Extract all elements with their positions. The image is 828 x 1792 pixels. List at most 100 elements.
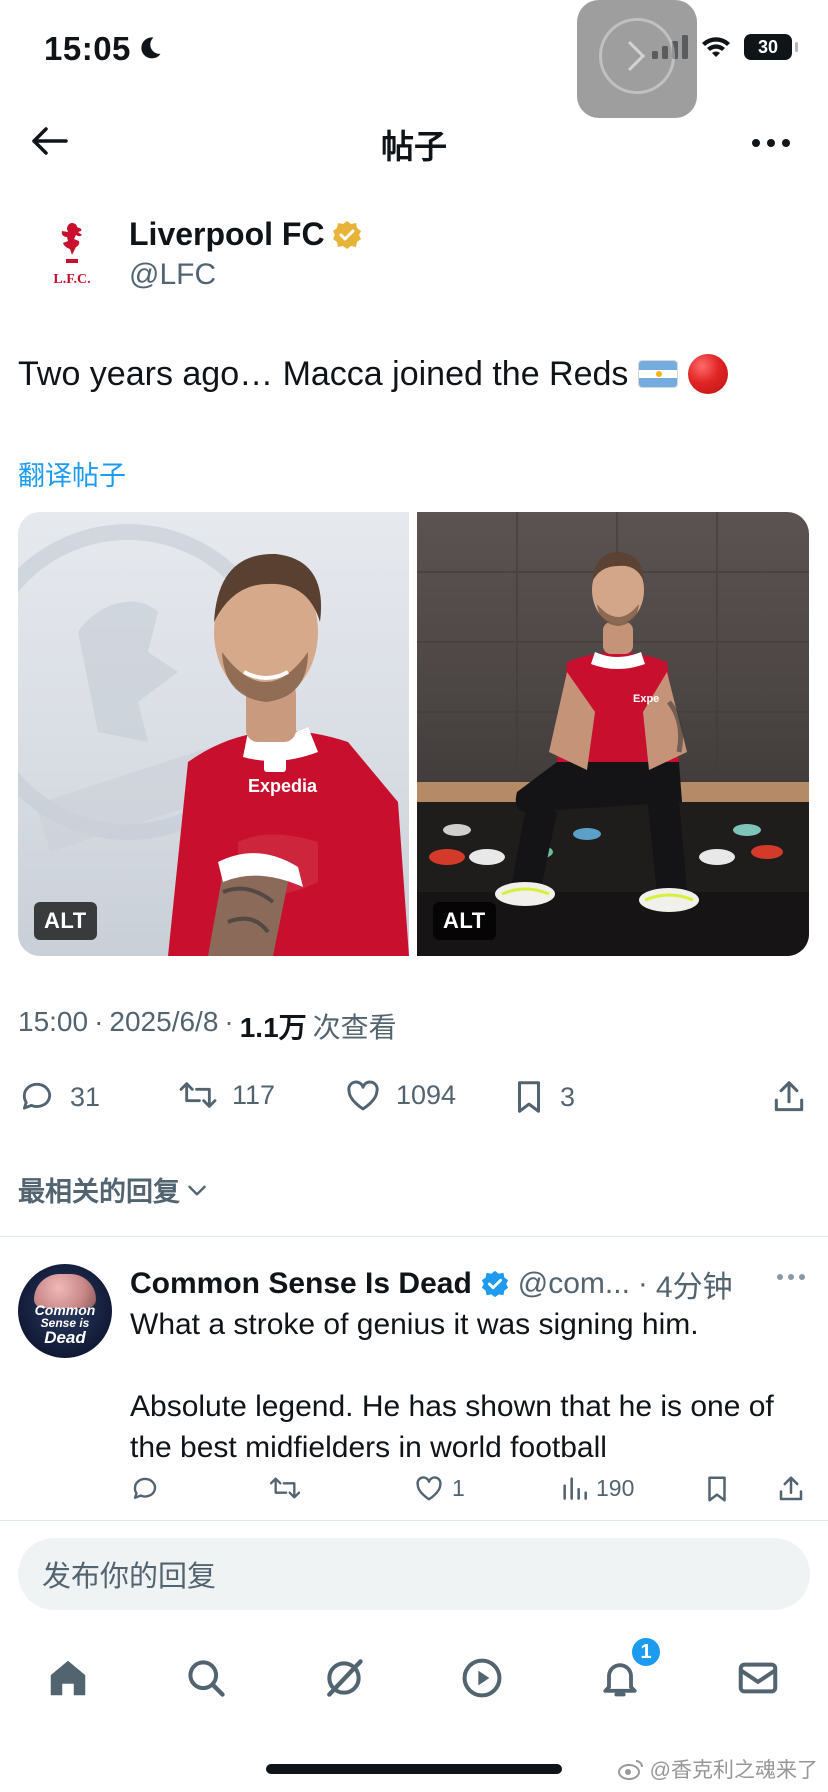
author-avatar[interactable]: L.F.C. [28,210,116,298]
lfc-crest-icon: L.F.C. [53,223,91,287]
reply-repost-button[interactable] [268,1474,302,1502]
wifi-icon [702,37,730,57]
reply-reply-button[interactable] [130,1474,160,1504]
reply-like-button[interactable]: 1 [414,1474,465,1502]
author-name[interactable]: Liverpool FC [129,216,325,253]
reply-share-button[interactable] [776,1474,806,1504]
bookmark-icon [517,1081,541,1113]
post-body: Two years ago… Macca joined the Reds [18,355,629,393]
verified-gold-icon [332,220,361,249]
reply-like-count: 1 [452,1474,465,1501]
post-date: 2025/6/8 [109,1006,219,1037]
reply-text-1: What a stroke of genius it was signing h… [130,1308,699,1341]
svg-text:L.F.C.: L.F.C. [53,272,90,287]
reply-avatar[interactable]: Common Sense is Dead [18,1264,112,1358]
verified-blue-icon [481,1270,508,1298]
reply-sep: · [637,1267,648,1300]
reply-view-count: 190 [596,1474,635,1501]
alt-badge-2[interactable]: ALT [433,902,496,940]
status-time: 15:05 [44,30,131,67]
moon-icon [141,37,161,59]
chevron-down-icon [188,1185,206,1196]
post-author: L.F.C. Liverpool FC @LFC [18,200,808,310]
post-meta: 15:00 · 2025/6/8 · 1.1万 次查看 [18,1006,397,1046]
search-icon [188,1660,225,1697]
divider [0,1236,828,1237]
tab-home[interactable] [38,1648,98,1708]
tab-notifications[interactable]: 1 [590,1636,662,1708]
repost-icon [269,1477,301,1499]
tab-messages[interactable] [728,1648,788,1708]
reply-text-2: Absolute legend. He has shown that he is… [130,1390,774,1464]
reply-actions: 1 190 [130,1474,810,1514]
media-photo-1[interactable]: Expedia ALT [18,512,409,956]
repost-button[interactable]: 117 [178,1078,275,1112]
alt-badge-1[interactable]: ALT [34,902,97,940]
reply-bookmark-button[interactable] [704,1474,730,1504]
reply-item[interactable]: Common Sense is Dead Common Sense Is Dea… [0,1250,828,1520]
share-icon [774,1081,804,1112]
media-photo-2[interactable]: Expe ALT [417,512,809,956]
status-bar: 15:05 30 [0,0,828,118]
like-button[interactable]: 1094 [344,1078,456,1112]
repost-icon [179,1082,217,1108]
argentina-flag-icon [638,360,679,388]
messages-icon [738,1662,778,1694]
more-horizontal-icon [777,1274,805,1280]
bookmark-button[interactable]: 3 [512,1078,575,1116]
sort-label: 最相关的回复 [18,1177,180,1207]
reply-count: 31 [70,1081,101,1112]
reply-icon [22,1082,52,1110]
nav-header: 帖子 [0,96,828,186]
avatar-text-3: Dead [44,1328,86,1347]
tab-video[interactable] [452,1648,512,1708]
share-button[interactable] [770,1078,808,1116]
meta-sep: · [94,1006,104,1037]
post-actions: 31 117 1094 3 [18,1078,810,1128]
reply-author-handle: @com... [517,1267,630,1300]
compose-placeholder: 发布你的回复 [42,1561,217,1593]
reply-compose-input[interactable]: 发布你的回复 [18,1538,810,1610]
more-horizontal-icon [752,139,790,147]
reply-author-name[interactable]: Common Sense Is Dead [130,1267,472,1301]
post-time: 15:00 [18,1006,89,1037]
video-icon [462,1658,502,1698]
reply-button[interactable]: 31 [18,1078,100,1116]
tab-grok[interactable] [314,1648,374,1708]
photo-1-illustration: Expedia [18,524,409,956]
home-icon [50,1660,86,1696]
grok-icon [327,1659,363,1697]
home-indicator [266,1764,562,1774]
views-count[interactable]: 1.1万 [240,1006,307,1046]
svg-text:Expedia: Expedia [248,776,318,796]
heart-icon [347,1080,379,1111]
notification-badge: 1 [630,1636,662,1668]
tab-search[interactable] [176,1648,236,1708]
reply-views-button[interactable]: 190 [560,1474,634,1502]
watermark: @香克利之魂来了 [617,1754,818,1784]
author-name-row: Liverpool FC [129,216,363,253]
watermark-text: @香克利之魂来了 [649,1759,818,1782]
bookmark-count: 3 [560,1081,576,1112]
more-button[interactable] [748,120,794,166]
battery-icon: 30 [744,34,798,60]
page-title: 帖子 [381,128,447,165]
reply-more-button[interactable] [776,1268,806,1286]
heart-icon [416,1476,442,1501]
reply-sort-selector[interactable]: 最相关的回复 [18,1170,210,1209]
post-text: Two years ago… Macca joined the Reds [18,352,808,396]
translate-post-link[interactable]: 翻译帖子 [18,454,126,493]
views-label: 次查看 [312,1012,397,1043]
views-chart-icon [563,1477,587,1500]
bookmark-icon [708,1476,726,1502]
reply-header: Common Sense Is Dead @com... · 4分钟 [130,1262,733,1306]
share-icon [779,1476,803,1501]
like-count: 1094 [396,1079,457,1110]
red-circle-icon [688,354,729,394]
reply-time: 4分钟 [655,1271,733,1304]
chevron-right-icon [627,40,646,72]
weibo-logo-icon [617,1760,643,1780]
battery-level: 30 [757,36,779,57]
author-handle: @LFC [129,258,217,291]
bottom-tab-bar: 1 [0,1630,828,1730]
